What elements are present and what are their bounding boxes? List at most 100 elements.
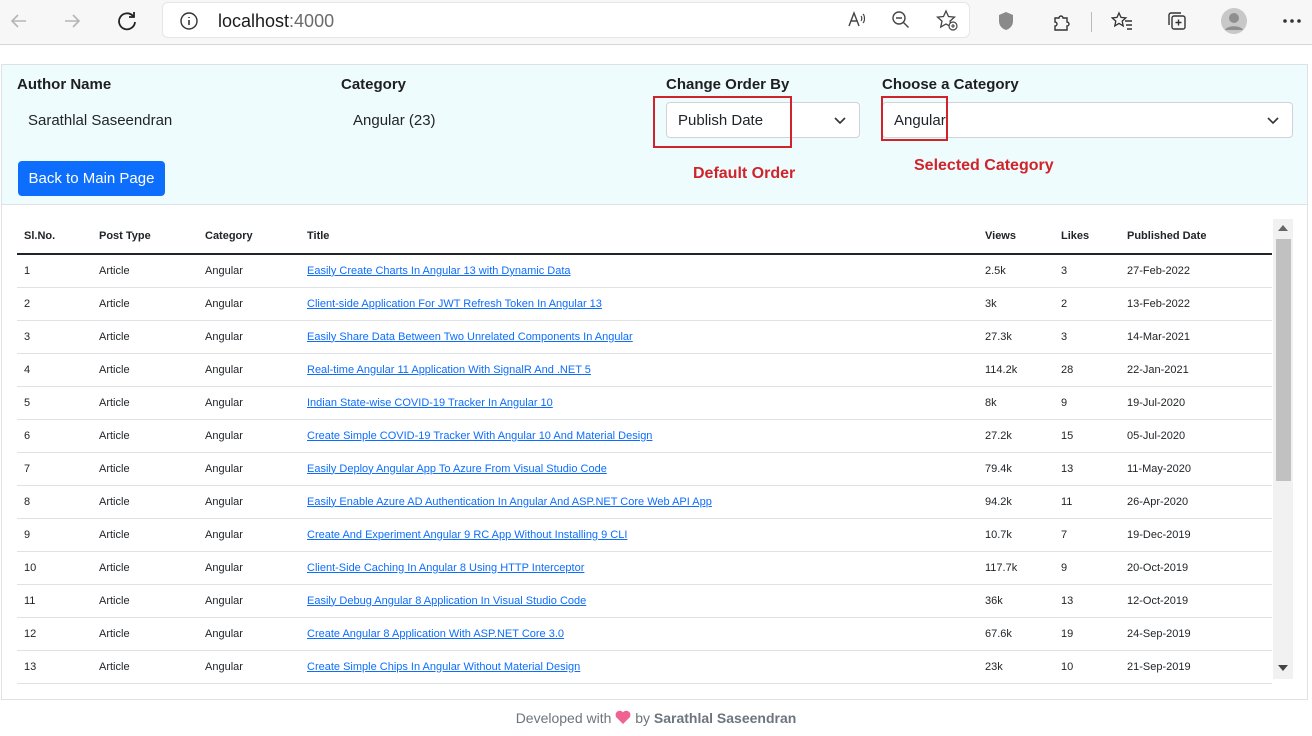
order-label: Change Order By xyxy=(666,76,790,93)
cell-slno: 5 xyxy=(17,386,92,420)
category-value: Angular (23) xyxy=(353,112,436,129)
more-button[interactable] xyxy=(1278,7,1306,35)
zoom-out-icon xyxy=(892,11,909,28)
collections-button[interactable] xyxy=(1163,7,1191,35)
post-title-link[interactable]: Create Angular 8 Application With ASP.NE… xyxy=(307,628,564,640)
cell-category: Angular xyxy=(198,287,300,321)
url-port: :4000 xyxy=(289,11,335,31)
cell-slno: 6 xyxy=(17,419,92,453)
cell-category: Angular xyxy=(198,452,300,486)
selected-category-annotation: Selected Category xyxy=(914,157,1054,174)
vertical-scrollbar[interactable] xyxy=(1273,219,1293,679)
chevron-down-icon xyxy=(834,117,846,125)
post-title-link[interactable]: Easily Enable Azure AD Authentication In… xyxy=(307,496,712,508)
cell-title: Easily Deploy Angular App To Azure From … xyxy=(300,452,978,486)
post-title-link[interactable]: Create Simple Chips In Angular Without M… xyxy=(307,661,580,673)
cell-slno: 1 xyxy=(17,254,92,288)
cell-published-date: 26-Apr-2020 xyxy=(1120,485,1272,519)
post-title-link[interactable]: Easily Create Charts In Angular 13 with … xyxy=(307,265,571,277)
cell-views: 67.6k xyxy=(978,617,1054,651)
col-header-title: Title xyxy=(300,219,978,255)
cell-views: 2.5k xyxy=(978,254,1054,288)
cell-likes: 3 xyxy=(1054,320,1120,354)
cell-title: Client-Side Caching In Angular 8 Using H… xyxy=(300,551,978,585)
post-title-link[interactable]: Easily Debug Angular 8 Application In Vi… xyxy=(307,595,586,607)
url-text: localhost:4000 xyxy=(218,11,334,32)
back-button[interactable] xyxy=(4,6,34,36)
footer: Developed with by Sarathlal Saseendran xyxy=(0,710,1312,726)
url-host: localhost xyxy=(218,11,290,31)
shield-icon xyxy=(999,12,1013,30)
col-header-post-type: Post Type xyxy=(92,219,198,255)
scroll-up-icon[interactable] xyxy=(1278,225,1288,231)
cell-likes: 9 xyxy=(1054,551,1120,585)
back-to-main-button[interactable]: Back to Main Page xyxy=(18,161,165,196)
address-bar[interactable]: localhost:4000 xyxy=(162,2,970,38)
browser-toolbar: localhost:4000 xyxy=(0,0,1312,45)
cell-post-type: Article xyxy=(92,485,198,519)
cell-category: Angular xyxy=(198,617,300,651)
post-title-link[interactable]: Easily Share Data Between Two Unrelated … xyxy=(307,331,633,343)
default-order-annotation: Default Order xyxy=(693,165,796,182)
table-row: 2 Article Angular Client-side Application F… xyxy=(17,287,1272,321)
cell-title: Client-side Application For JWT Refresh … xyxy=(300,287,978,321)
refresh-button[interactable] xyxy=(112,6,142,36)
cell-category: Angular xyxy=(198,584,300,618)
favorites-button[interactable] xyxy=(1108,7,1136,35)
cell-views: 117.7k xyxy=(978,551,1054,585)
post-title-link[interactable]: Indian State-wise COVID-19 Tracker In An… xyxy=(307,397,553,409)
table-row: 6 Article Angular Create Simple COVID-19 Tr… xyxy=(17,419,1272,453)
extensions-button[interactable] xyxy=(1048,7,1076,35)
cell-category: Angular xyxy=(198,419,300,453)
cell-post-type: Article xyxy=(92,386,198,420)
profile-button[interactable] xyxy=(1220,7,1248,35)
cell-post-type: Article xyxy=(92,353,198,387)
choose-category-label: Choose a Category xyxy=(882,76,1019,93)
cell-slno: 4 xyxy=(17,353,92,387)
cell-slno: 10 xyxy=(17,551,92,585)
forward-button[interactable] xyxy=(57,6,87,36)
cell-category: Angular xyxy=(198,551,300,585)
scroll-down-icon[interactable] xyxy=(1278,665,1288,671)
back-arrow-icon xyxy=(10,14,26,28)
cell-likes: 10 xyxy=(1054,650,1120,684)
cell-views: 10.7k xyxy=(978,518,1054,552)
scrollbar-thumb[interactable] xyxy=(1276,239,1291,481)
cell-slno: 11 xyxy=(17,584,92,618)
add-favorite-button[interactable] xyxy=(933,6,961,34)
default-order-highlight xyxy=(653,96,792,148)
cell-views: 27.2k xyxy=(978,419,1054,453)
cell-published-date: 22-Jan-2021 xyxy=(1120,353,1272,387)
post-title-link[interactable]: Client-Side Caching In Angular 8 Using H… xyxy=(307,562,584,574)
footer-by: by xyxy=(635,710,650,726)
post-title-link[interactable]: Easily Deploy Angular App To Azure From … xyxy=(307,463,607,475)
cell-post-type: Article xyxy=(92,320,198,354)
cell-title: Easily Create Charts In Angular 13 with … xyxy=(300,254,978,288)
tracking-prevention-button[interactable] xyxy=(992,7,1020,35)
cell-likes: 28 xyxy=(1054,353,1120,387)
favorite-add-icon xyxy=(936,9,958,31)
cell-published-date: 14-Mar-2021 xyxy=(1120,320,1272,354)
cell-category: Angular xyxy=(198,650,300,684)
extensions-icon xyxy=(1054,15,1070,31)
cell-likes: 2 xyxy=(1054,287,1120,321)
post-title-link[interactable]: Create Simple COVID-19 Tracker With Angu… xyxy=(307,430,652,442)
cell-published-date: 21-Sep-2019 xyxy=(1120,650,1272,684)
cell-title: Easily Debug Angular 8 Application In Vi… xyxy=(300,584,978,618)
cell-likes: 13 xyxy=(1054,452,1120,486)
cell-slno: 7 xyxy=(17,452,92,486)
post-title-link[interactable]: Create And Experiment Angular 9 RC App W… xyxy=(307,529,627,541)
info-icon xyxy=(180,12,198,30)
cell-title: Create And Experiment Angular 9 RC App W… xyxy=(300,518,978,552)
post-title-link[interactable]: Client-side Application For JWT Refresh … xyxy=(307,298,602,310)
cell-slno: 8 xyxy=(17,485,92,519)
post-title-link[interactable]: Real-time Angular 11 Application With Si… xyxy=(307,364,591,376)
heart-icon xyxy=(615,710,631,724)
selected-category-highlight xyxy=(881,96,948,141)
zoom-out-button[interactable] xyxy=(887,6,915,34)
cell-published-date: 13-Feb-2022 xyxy=(1120,287,1272,321)
collections-icon xyxy=(1168,12,1186,30)
table-row: 10 Article Angular Client-Side Caching In A… xyxy=(17,551,1272,585)
read-aloud-button[interactable] xyxy=(843,6,871,34)
table-row: 8 Article Angular Easily Enable Azure AD Au… xyxy=(17,485,1272,519)
